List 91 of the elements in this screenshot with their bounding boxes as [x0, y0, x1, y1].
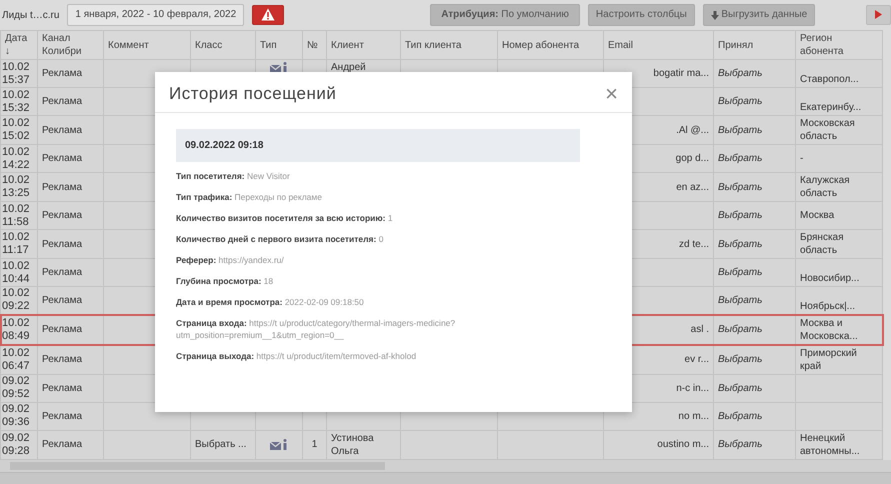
modal-title: История посещений [169, 84, 336, 104]
date-cell: 10.02 08:49 [2, 316, 30, 342]
warning-button[interactable] [252, 4, 284, 26]
visit-detail: Страница входа: https://t u/product/category/thermal-imagers-medicine? utm_position=premium__1&utm_region=0__ [176, 317, 456, 342]
download-icon [710, 10, 719, 20]
play-icon [875, 10, 882, 19]
visit-detail: Глубина просмотра: 18 [176, 275, 274, 288]
client-cell: Андрей [331, 62, 366, 73]
email-cell: no m... [678, 410, 709, 422]
date-cell: 09.02 09:36 [2, 403, 30, 428]
date-cell: 10.02 15:32 [2, 88, 30, 114]
column-header[interactable]: Принял [714, 30, 796, 60]
date-cell: 10.02 14:22 [2, 146, 30, 170]
column-header[interactable]: Дата ↓ [0, 30, 38, 60]
date-cell: 10.02 15:37 [2, 60, 30, 86]
email-cell: en az... [676, 182, 709, 192]
date-cell: 10.02 09:22 [2, 288, 30, 312]
visit-date-header: 09.02.2022 09:18 [176, 129, 580, 162]
columns-button[interactable]: Настроить столбцы [588, 4, 695, 26]
column-header[interactable]: Клиент [326, 30, 400, 60]
channel-cell: Реклама [42, 182, 82, 192]
column-header[interactable]: № [302, 30, 326, 60]
number-cell: 1 [312, 439, 318, 450]
column-header[interactable]: Коммент [104, 30, 190, 60]
channel-cell: Реклама [42, 324, 82, 335]
region-cell: Ноябрьск|... [800, 300, 856, 312]
visit-detail: Реферер: https://yandex.ru/ [176, 254, 285, 266]
envelope-info-icon[interactable] [270, 62, 288, 73]
visit-detail: Дата и время просмотра: 2022-02-09 09:18:50 [176, 296, 365, 308]
email-cell: gop d... [676, 153, 709, 164]
region-cell: Москва и Московска... [800, 318, 858, 342]
date-cell: 10.02 06:47 [2, 346, 30, 372]
channel-cell: Реклама [42, 96, 82, 107]
email-cell: ev r... [684, 354, 709, 365]
page-title: Лиды t…c.ru [2, 8, 60, 22]
channel-cell: Реклама [42, 68, 82, 79]
channel-cell: Реклама [42, 267, 82, 278]
column-header[interactable]: Номер абонента [498, 30, 604, 60]
email-cell: bogatir ma... [653, 68, 709, 79]
envelope-info-icon[interactable] [270, 438, 288, 450]
date-cell: 10.02 13:25 [2, 174, 30, 199]
region-cell: Ставропол... [800, 74, 859, 85]
client-cell: Устинова Ольга [331, 432, 374, 456]
column-header[interactable]: Тип клиента [400, 30, 498, 60]
region-cell: Приморский край [800, 348, 857, 372]
visit-detail: Тип трафика: Переходы по рекламе [176, 191, 323, 204]
export-button[interactable]: Выгрузить данные [702, 4, 816, 26]
accepted-cell[interactable]: Выбрать [718, 324, 762, 335]
region-cell: Московская область [800, 118, 855, 142]
attribution-button[interactable]: Атрибуция: По умолчанию [430, 4, 580, 26]
date-cell: 09.02 09:28 [2, 432, 30, 456]
email-cell: zd te... [678, 238, 709, 250]
email-cell: oustino m... [657, 439, 709, 450]
close-button[interactable]: × [605, 85, 618, 104]
channel-cell: Реклама [42, 238, 82, 250]
region-cell: - [800, 153, 804, 164]
visit-detail: Количество дней с первого визита посетителя: 0 [176, 233, 384, 246]
visit-detail: Страница выхода: https://t u/product/item/termoved-af-kholod [176, 350, 418, 362]
column-header[interactable]: Тип [256, 30, 302, 60]
channel-cell: Реклама [42, 210, 82, 221]
region-cell: Москва [800, 210, 834, 221]
column-header[interactable]: Канал Колибри [38, 30, 104, 60]
region-cell: Ненецкий автономны... [800, 432, 860, 456]
channel-cell: Реклама [42, 124, 82, 136]
channel-cell: Реклама [42, 439, 82, 450]
column-header[interactable]: Регион абонента [796, 30, 882, 60]
date-cell: 10.02 11:17 [2, 231, 30, 256]
date-cell: 09.02 09:52 [2, 375, 30, 400]
scrollbar[interactable] [0, 460, 891, 472]
email-cell: .Al @... [676, 124, 709, 136]
channel-cell: Реклама [42, 354, 82, 365]
visit-detail: Тип посетителя: New Visitor [176, 170, 291, 182]
date-cell: 10.02 11:58 [2, 202, 30, 228]
region-cell: Новосибир... [800, 273, 860, 284]
channel-cell: Реклама [42, 153, 82, 164]
play-button[interactable] [866, 5, 891, 25]
email-cell: n-c in... [676, 382, 709, 394]
region-cell: Брянская область [800, 232, 844, 256]
column-header[interactable]: Email [604, 30, 714, 60]
date-cell: 10.02 15:02 [2, 117, 30, 142]
region-cell: Екатеринбу... [800, 102, 862, 113]
column-header[interactable]: Класс [190, 30, 256, 60]
warning-icon [261, 8, 276, 21]
visit-detail: Количество визитов посетителя за всю историю: 1 [176, 212, 394, 224]
date-cell: 10.02 10:44 [2, 260, 30, 284]
region-cell: Калужская область [800, 175, 850, 199]
channel-cell: Реклама [42, 294, 82, 306]
channel-cell: Реклама [42, 410, 82, 422]
channel-cell: Реклама [42, 382, 82, 394]
email-cell: asl . [690, 324, 709, 335]
date-range-button[interactable]: 1 января, 2022 - 10 февраля, 2022 [67, 4, 244, 26]
